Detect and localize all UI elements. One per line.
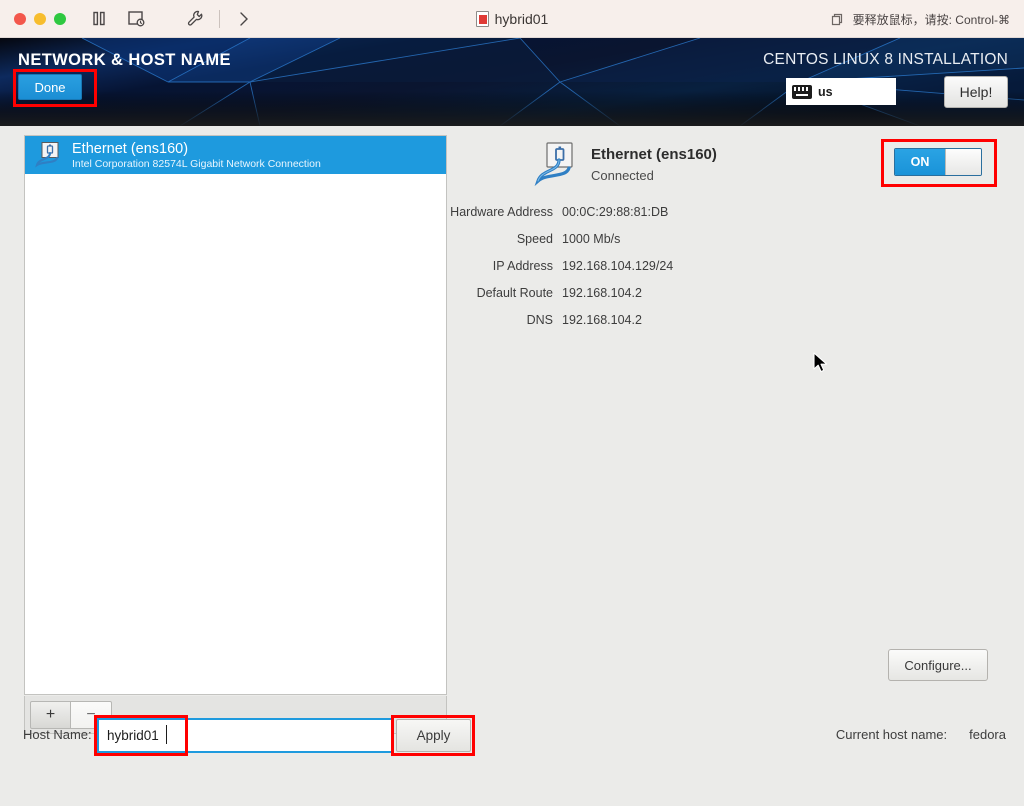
- installer-banner: NETWORK & HOST NAME Done CENTOS LINUX 8 …: [0, 38, 1024, 126]
- device-properties-table: Hardware Address 00:0C:29:88:81:DB Speed…: [440, 205, 770, 340]
- property-label: Speed: [516, 232, 553, 246]
- table-row: Speed 1000 Mb/s: [440, 232, 770, 246]
- main-content: Ethernet (ens160) Intel Corporation 8257…: [0, 126, 1024, 806]
- device-detail-title: Ethernet (ens160): [591, 146, 717, 163]
- network-device-list[interactable]: Ethernet (ens160) Intel Corporation 8257…: [24, 135, 447, 695]
- keyboard-layout-label: us: [818, 84, 833, 99]
- property-label: IP Address: [492, 259, 553, 273]
- table-row: DNS 192.168.104.2: [440, 313, 770, 327]
- snapshot-icon[interactable]: [126, 9, 146, 29]
- table-row: Hardware Address 00:0C:29:88:81:DB: [440, 205, 770, 219]
- network-device-description: Intel Corporation 82574L Gigabit Network…: [72, 157, 321, 170]
- ethernet-large-icon: [534, 142, 573, 187]
- pause-icon[interactable]: [89, 9, 109, 29]
- text-cursor: [166, 725, 167, 744]
- titlebar-toolbar: [89, 9, 254, 29]
- device-connection-status: Connected: [591, 168, 654, 183]
- maximize-window-button[interactable]: [54, 12, 66, 25]
- current-host-name-area: Current host name: fedora: [836, 727, 1006, 742]
- done-button[interactable]: Done: [18, 74, 82, 100]
- vm-document-icon: [475, 11, 489, 27]
- window-title: hybrid01: [494, 11, 549, 27]
- device-enable-toggle-wrapper: ON: [881, 139, 997, 187]
- host-name-row: Host Name: Apply Current host name: fedo…: [0, 715, 1024, 758]
- window-controls: [14, 12, 66, 25]
- table-row: IP Address 192.168.104.129/24: [440, 259, 770, 273]
- host-name-input[interactable]: [97, 718, 391, 753]
- chevron-right-icon[interactable]: [234, 9, 254, 29]
- toggle-knob: [945, 149, 981, 175]
- done-button-wrapper: Done: [13, 69, 97, 107]
- property-label: DNS: [526, 313, 553, 327]
- screen-title: NETWORK & HOST NAME: [18, 51, 231, 69]
- property-label: Default Route: [476, 286, 553, 300]
- application-window: hybrid01 要释放鼠标，请按: Control-⌘ NETWORK & H…: [0, 0, 1024, 806]
- current-host-name-value: fedora: [969, 727, 1006, 742]
- property-value: 192.168.104.129/24: [562, 259, 674, 273]
- copy-icon[interactable]: [829, 12, 843, 27]
- keyboard-layout-indicator[interactable]: us: [786, 78, 896, 105]
- table-row: Default Route 192.168.104.2: [440, 286, 770, 300]
- titlebar-extra-tools: [185, 9, 254, 29]
- property-value: 192.168.104.2: [562, 313, 642, 327]
- list-item[interactable]: Ethernet (ens160) Intel Corporation 8257…: [25, 136, 446, 174]
- configure-button[interactable]: Configure...: [888, 649, 988, 681]
- help-button[interactable]: Help!: [944, 76, 1008, 108]
- device-detail-header: Ethernet (ens160) Connected: [533, 140, 717, 188]
- device-enable-toggle[interactable]: ON: [894, 148, 982, 176]
- current-host-name-label: Current host name:: [835, 727, 948, 742]
- network-device-name: Ethernet (ens160): [72, 140, 189, 157]
- window-titlebar: hybrid01 要释放鼠标，请按: Control-⌘: [0, 0, 1024, 38]
- device-detail-text: Ethernet (ens160) Connected: [591, 140, 717, 185]
- minimize-window-button[interactable]: [34, 12, 46, 25]
- apply-button[interactable]: Apply: [396, 719, 471, 752]
- mouse-release-hint: 要释放鼠标，请按: Control-⌘: [852, 12, 1010, 27]
- toggle-on-label: ON: [895, 149, 945, 175]
- close-window-button[interactable]: [14, 12, 26, 25]
- property-value: 192.168.104.2: [562, 286, 642, 300]
- property-value: 00:0C:29:88:81:DB: [562, 205, 669, 219]
- product-title: CENTOS LINUX 8 INSTALLATION: [763, 51, 1008, 68]
- wrench-icon[interactable]: [185, 9, 205, 29]
- host-name-label: Host Name:: [23, 727, 92, 742]
- ethernet-icon: [35, 142, 59, 168]
- titlebar-right-area: 要释放鼠标，请按: Control-⌘: [829, 0, 1010, 38]
- toolbar-divider: [219, 9, 220, 28]
- property-label: Hardware Address: [450, 205, 553, 219]
- keyboard-icon: [792, 84, 812, 99]
- list-item-text: Ethernet (ens160) Intel Corporation 8257…: [72, 141, 321, 170]
- property-value: 1000 Mb/s: [562, 232, 621, 246]
